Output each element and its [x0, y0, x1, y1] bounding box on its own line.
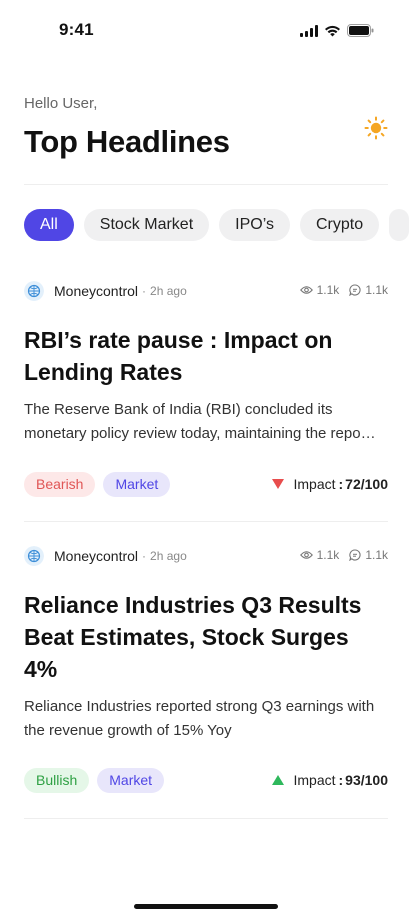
views-count: 1.1k: [316, 548, 340, 562]
page-title: Top Headlines: [24, 124, 230, 159]
time-ago: 2h ago: [150, 284, 187, 298]
views-stat: 1.1k: [299, 548, 340, 562]
article-summary: Reliance Industries reported strong Q3 e…: [24, 698, 375, 739]
filter-chip-ipos[interactable]: IPO’s: [219, 209, 290, 241]
views-stat: 1.1k: [299, 283, 340, 297]
article-stats: 1.1k 1.1k: [299, 283, 388, 297]
card-divider: [24, 818, 388, 819]
status-bar: 9:41: [0, 0, 412, 60]
article-summary: The Reserve Bank of India (RBI) conclude…: [24, 401, 361, 442]
triangle-down-icon: [272, 479, 285, 489]
comments-count: 1.1k: [365, 548, 388, 562]
header-divider: [24, 184, 388, 185]
greeting: Hello User,: [24, 95, 98, 112]
article-meta: Moneycontrol · 2h ago 1.1k 1.1k: [24, 280, 388, 302]
filter-chips: All Stock Market IPO’s Crypto: [24, 209, 412, 241]
status-icons: [300, 24, 374, 37]
filter-chip-crypto[interactable]: Crypto: [299, 209, 380, 241]
filter-chip-all[interactable]: All: [24, 209, 74, 241]
article-footer: Bearish Market Impact : 72/100: [24, 471, 388, 497]
filter-chip-partial[interactable]: [389, 209, 410, 241]
views-count: 1.1k: [316, 283, 340, 297]
card-divider: [24, 521, 388, 522]
impact-label: Impact: [293, 476, 336, 492]
eye-icon: [299, 551, 313, 559]
impact-score: 72/100: [345, 476, 388, 492]
wifi-icon: [325, 25, 340, 36]
comments-stat: 1.1k: [349, 283, 388, 297]
impact-colon: :: [338, 772, 344, 788]
battery-icon: [347, 24, 374, 37]
article-headline[interactable]: RBI’s rate pause : Impact on Lending Rat…: [24, 324, 388, 388]
impact-indicator: Impact : 72/100: [271, 471, 388, 497]
article-headline[interactable]: Reliance Industries Q3 Results Beat Esti…: [24, 589, 388, 685]
source-name[interactable]: Moneycontrol: [54, 283, 138, 299]
sun-icon[interactable]: [364, 116, 388, 140]
meta-separator: ·: [142, 549, 147, 563]
category-tag[interactable]: Market: [97, 767, 165, 793]
sentiment-tag[interactable]: Bearish: [24, 471, 96, 497]
impact-colon: :: [338, 476, 344, 492]
eye-icon: [299, 286, 313, 294]
source-logo-icon: [24, 546, 44, 566]
impact-indicator: Impact : 93/100: [271, 767, 388, 793]
meta-separator: ·: [142, 284, 147, 298]
comments-stat: 1.1k: [349, 548, 388, 562]
home-indicator[interactable]: [134, 904, 278, 909]
time-ago: 2h ago: [150, 549, 187, 563]
sentiment-tag[interactable]: Bullish: [24, 767, 90, 793]
status-time: 9:41: [59, 20, 94, 39]
article-footer: Bullish Market Impact : 93/100: [24, 767, 388, 793]
news-card[interactable]: Moneycontrol · 2h ago 1.1k 1.1k Reliance…: [24, 545, 388, 820]
news-card[interactable]: Moneycontrol · 2h ago 1.1k 1.1k RBI’s ra…: [24, 280, 388, 522]
comments-count: 1.1k: [365, 283, 388, 297]
impact-label: Impact: [293, 772, 336, 788]
impact-score: 93/100: [345, 772, 388, 788]
triangle-up-icon: [272, 775, 285, 785]
signal-icon: [300, 24, 318, 37]
source-name[interactable]: Moneycontrol: [54, 548, 138, 564]
article-stats: 1.1k 1.1k: [299, 548, 388, 562]
filter-chip-stock-market[interactable]: Stock Market: [83, 209, 210, 241]
article-meta: Moneycontrol · 2h ago 1.1k 1.1k: [24, 545, 388, 567]
comment-icon: [349, 549, 361, 561]
category-tag[interactable]: Market: [103, 471, 171, 497]
comment-icon: [349, 284, 361, 296]
source-logo-icon: [24, 281, 44, 301]
